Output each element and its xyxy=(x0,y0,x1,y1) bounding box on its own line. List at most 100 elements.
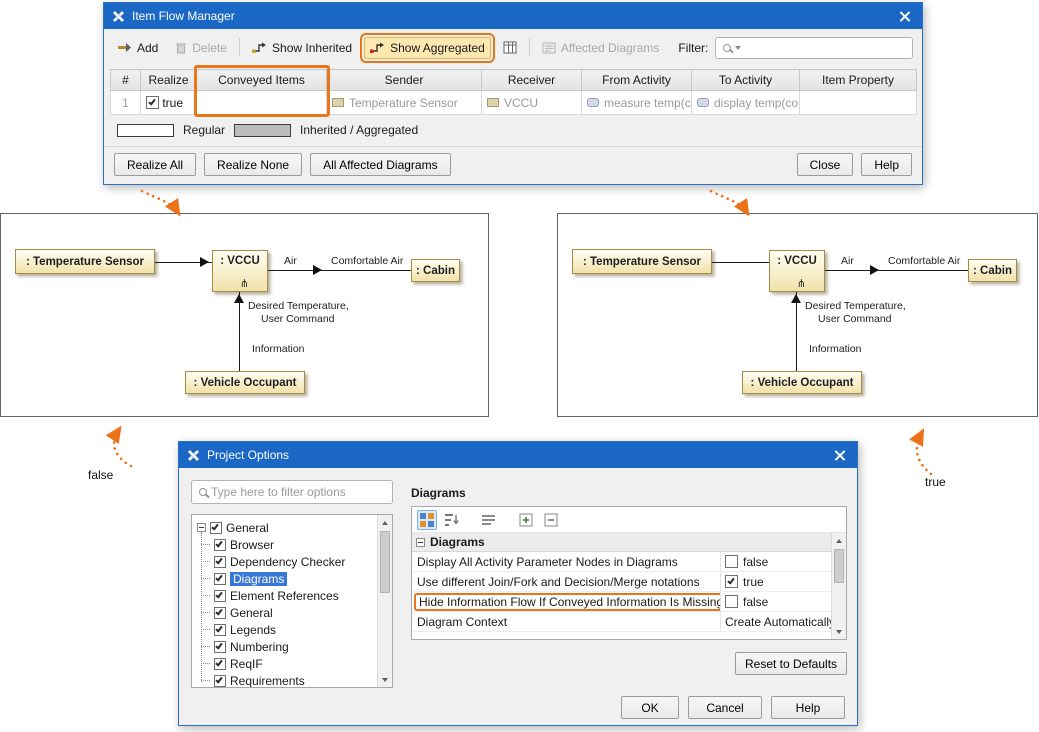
tree-item-general[interactable]: General xyxy=(201,604,392,621)
vehicle-occupant-node[interactable]: : Vehicle Occupant xyxy=(185,371,305,394)
scroll-down-icon[interactable] xyxy=(832,624,846,639)
tree-item-numbering[interactable]: Numbering xyxy=(201,638,392,655)
property-row[interactable]: Use different Join/Fork and Decision/Mer… xyxy=(412,572,831,592)
options-filter-box[interactable] xyxy=(191,480,393,504)
show-description-button[interactable] xyxy=(479,510,499,530)
po-close-icon[interactable] xyxy=(831,446,849,464)
vccu-node[interactable]: : VCCU ⋔ xyxy=(769,250,825,292)
tree-root-general[interactable]: General xyxy=(197,519,392,536)
scroll-down-icon[interactable] xyxy=(378,672,392,687)
tree-item-requirements[interactable]: Requirements xyxy=(201,672,392,688)
cell-num: 1 xyxy=(111,91,141,115)
close-button[interactable]: Close xyxy=(797,153,854,176)
help-button[interactable]: Help xyxy=(861,153,912,176)
arrow-true-to-right-diagram xyxy=(917,434,931,474)
tree-item-dependency-checker[interactable]: Dependency Checker xyxy=(201,553,392,570)
item-flow-arrow xyxy=(313,265,322,275)
scrollbar-thumb[interactable] xyxy=(834,549,844,583)
tree-item-diagrams[interactable]: Diagrams xyxy=(201,570,392,587)
collapse-icon[interactable] xyxy=(416,538,425,547)
tree-checkbox[interactable] xyxy=(214,624,226,636)
table-header-row: # Realize Conveyed Items Sender Receiver… xyxy=(111,70,917,91)
tree-checkbox[interactable] xyxy=(214,556,226,568)
realize-all-button[interactable]: Realize All xyxy=(114,153,196,176)
temperature-sensor-node[interactable]: : Temperature Sensor xyxy=(572,249,712,274)
cabin-node[interactable]: : Cabin xyxy=(968,259,1017,282)
col-header-item-property[interactable]: Item Property xyxy=(800,70,917,91)
tree-item-legends[interactable]: Legends xyxy=(201,621,392,638)
value-checkbox[interactable] xyxy=(725,575,738,588)
tree-checkbox[interactable] xyxy=(214,607,226,619)
filter-searchbox[interactable] xyxy=(715,37,913,59)
tree-item-browser[interactable]: Browser xyxy=(201,536,392,553)
property-group-diagrams[interactable]: Diagrams xyxy=(412,533,831,552)
tree-scrollbar[interactable] xyxy=(377,515,392,687)
sort-alphabetically-button[interactable] xyxy=(442,510,462,530)
all-affected-diagrams-button[interactable]: All Affected Diagrams xyxy=(310,153,451,176)
ok-button[interactable]: OK xyxy=(621,696,679,719)
collapse-icon[interactable] xyxy=(197,523,206,532)
scroll-up-icon[interactable] xyxy=(832,533,846,548)
scroll-up-icon[interactable] xyxy=(378,515,392,530)
options-tree: General Browser Dependency Checker Diagr… xyxy=(191,514,393,688)
realize-checkbox[interactable] xyxy=(146,96,159,109)
col-header-realize[interactable]: Realize xyxy=(141,70,197,91)
cancel-button[interactable]: Cancel xyxy=(688,696,762,719)
help-button[interactable]: Help xyxy=(771,696,845,719)
item-flow-arrow xyxy=(870,265,879,275)
vccu-node[interactable]: : VCCU ⋔ xyxy=(212,250,268,292)
po-titlebar[interactable]: Project Options xyxy=(179,442,857,468)
realize-none-button[interactable]: Realize None xyxy=(204,153,302,176)
collapse-all-button[interactable] xyxy=(541,510,561,530)
tree-checkbox[interactable] xyxy=(214,539,226,551)
ifm-close-icon[interactable] xyxy=(896,7,914,25)
col-header-receiver[interactable]: Receiver xyxy=(482,70,582,91)
col-header-num[interactable]: # xyxy=(111,70,141,91)
show-inherited-button[interactable]: Show Inherited xyxy=(247,38,357,58)
col-header-sender[interactable]: Sender xyxy=(327,70,482,91)
arrow-to-left-diagram xyxy=(142,191,177,211)
tree-checkbox[interactable] xyxy=(214,573,226,585)
expand-all-button[interactable] xyxy=(516,510,536,530)
add-button[interactable]: Add xyxy=(113,38,163,58)
tree-checkbox[interactable] xyxy=(214,675,226,687)
sort-icon xyxy=(445,513,459,527)
tree-item-element-references[interactable]: Element References xyxy=(201,587,392,604)
item-flow-manager-dialog: Item Flow Manager Add Delete Show Inheri… xyxy=(103,2,923,185)
property-grid-scrollbar[interactable] xyxy=(831,533,846,639)
filter-options-input[interactable] xyxy=(211,485,385,499)
tree-checkbox[interactable] xyxy=(210,522,222,534)
value-checkbox[interactable] xyxy=(725,595,738,608)
tree-checkbox[interactable] xyxy=(214,590,226,602)
categorized-view-button[interactable] xyxy=(417,510,437,530)
tree-checkbox[interactable] xyxy=(214,641,226,653)
value-checkbox[interactable] xyxy=(725,555,738,568)
property-row[interactable]: Diagram Context Create Automatically xyxy=(412,612,831,632)
vehicle-occupant-node[interactable]: : Vehicle Occupant xyxy=(742,371,862,394)
property-row[interactable]: Display All Activity Parameter Nodes in … xyxy=(412,552,831,572)
arrow-false-to-left-diagram xyxy=(114,431,131,466)
scrollbar-thumb[interactable] xyxy=(380,531,390,593)
property-row-hide-information-flow[interactable]: Hide Information Flow If Conveyed Inform… xyxy=(412,592,831,612)
col-header-conveyed-items[interactable]: Conveyed Items xyxy=(197,70,327,91)
cabin-node[interactable]: : Cabin xyxy=(411,259,460,282)
tree-item-reqif[interactable]: ReqIF xyxy=(201,655,392,672)
filter-input[interactable] xyxy=(745,41,905,55)
col-header-from-activity[interactable]: From Activity xyxy=(582,70,692,91)
add-icon xyxy=(118,41,132,54)
options-property-panel: Diagrams Display All Activity Parameter … xyxy=(411,506,847,640)
table-row[interactable]: 1 true Temperature Sensor VCCU measure t… xyxy=(111,91,917,115)
delete-button[interactable]: Delete xyxy=(170,38,232,58)
ifm-titlebar[interactable]: Item Flow Manager xyxy=(104,3,922,29)
chevron-down-icon[interactable] xyxy=(735,46,741,50)
col-header-to-activity[interactable]: To Activity xyxy=(692,70,800,91)
select-columns-button[interactable] xyxy=(498,38,522,57)
cell-conveyed-items[interactable] xyxy=(197,91,327,115)
true-annotation-label: true xyxy=(925,475,946,489)
reset-to-defaults-button[interactable]: Reset to Defaults xyxy=(735,652,847,675)
cell-receiver: VCCU xyxy=(482,91,582,115)
tree-checkbox[interactable] xyxy=(214,658,226,670)
show-aggregated-button[interactable]: Show Aggregated xyxy=(364,37,491,59)
temperature-sensor-node[interactable]: : Temperature Sensor xyxy=(15,249,155,274)
affected-diagrams-button[interactable]: Affected Diagrams xyxy=(537,38,665,58)
